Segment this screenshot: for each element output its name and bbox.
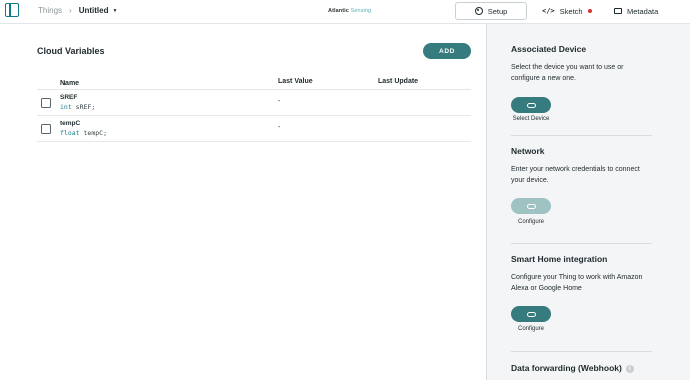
- gear-icon: [474, 7, 483, 15]
- add-variable-button[interactable]: ADD: [423, 43, 471, 59]
- section-title: Smart Home integration: [511, 254, 608, 264]
- configure-smart-home-button[interactable]: [511, 306, 551, 322]
- configure-network-caption: Configure: [517, 219, 544, 225]
- section-title: Data forwarding (Webhook) i: [511, 363, 652, 373]
- variable-name: SREF: [60, 94, 78, 101]
- unsaved-dot-icon: [587, 9, 592, 13]
- tab-sketch[interactable]: </> Sketch: [542, 2, 592, 20]
- tab-setup-label: Setup: [487, 6, 508, 16]
- table-header: Name ↓ Last Value Last Update: [37, 76, 471, 90]
- setup-sidebar: Associated Device Select the device you …: [487, 24, 690, 380]
- section-description: Select the device you want to use or con…: [511, 64, 624, 82]
- code-icon: </>: [542, 7, 555, 15]
- select-device-caption: Select Device: [512, 116, 550, 122]
- tag-icon: [614, 8, 622, 14]
- section-title: Associated Device: [511, 44, 587, 54]
- variable-last-value: -: [278, 124, 281, 131]
- row-checkbox[interactable]: [41, 124, 51, 134]
- breadcrumb-things-link[interactable]: Things: [38, 6, 62, 15]
- link-icon: [526, 203, 536, 209]
- cloud-variables-panel: Cloud Variables ADD Name ↓ Last Value Las…: [0, 24, 486, 380]
- configure-network-button[interactable]: [511, 198, 551, 214]
- tab-sketch-label: Sketch: [559, 6, 583, 16]
- variable-last-value: -: [278, 98, 281, 105]
- variable-declaration: int sREF;: [60, 103, 96, 111]
- variable-declaration: float tempC;: [60, 129, 107, 137]
- chevron-down-icon[interactable]: ▼: [112, 8, 117, 14]
- variables-table: Name ↓ Last Value Last Update SREF int sR…: [37, 76, 471, 142]
- variable-name: tempC: [60, 120, 81, 127]
- info-icon[interactable]: i: [625, 365, 634, 373]
- breadcrumb: Things › Untitled ▼: [38, 6, 117, 15]
- sidebar-toggle-icon[interactable]: [5, 3, 19, 17]
- section-title: Network: [511, 146, 545, 156]
- tab-metadata-label: Metadata: [627, 6, 659, 16]
- configure-smart-home-caption: Configure: [517, 326, 544, 332]
- brand-name: Atlantic: [328, 8, 349, 14]
- thing-name[interactable]: Untitled: [79, 6, 109, 15]
- section-description: Enter your network credentials to connec…: [511, 166, 640, 184]
- section-description: Configure your Thing to work with Amazon…: [511, 274, 643, 292]
- tab-metadata[interactable]: Metadata: [614, 2, 658, 20]
- column-last-value: Last Value: [278, 78, 313, 85]
- table-row[interactable]: SREF int sREF; -: [37, 90, 471, 116]
- data-forwarding-section: Data forwarding (Webhook) i: [511, 363, 652, 373]
- panel-title: Cloud Variables: [37, 46, 105, 56]
- row-checkbox[interactable]: [41, 98, 51, 108]
- associated-device-section: Associated Device Select the device you …: [511, 44, 652, 84]
- breadcrumb-separator: ›: [69, 6, 72, 15]
- link-icon: [526, 102, 536, 108]
- network-section: Network Enter your network credentials t…: [511, 146, 652, 186]
- top-bar: Things › Untitled ▼ Atlantic Sensing Set…: [0, 0, 690, 24]
- section-divider: [511, 243, 652, 244]
- section-divider: [511, 135, 652, 136]
- table-row[interactable]: tempC float tempC; -: [37, 116, 471, 142]
- section-divider: [511, 351, 652, 352]
- smart-home-section: Smart Home integration Configure your Th…: [511, 254, 652, 294]
- brand-sub: Sensing: [350, 8, 372, 14]
- sort-arrow-icon[interactable]: ↓: [63, 80, 67, 87]
- brand-logo: Atlantic Sensing: [328, 8, 371, 14]
- tab-setup[interactable]: Setup: [455, 2, 527, 20]
- column-last-update: Last Update: [378, 78, 419, 85]
- select-device-button[interactable]: [511, 97, 551, 113]
- link-icon: [526, 311, 536, 317]
